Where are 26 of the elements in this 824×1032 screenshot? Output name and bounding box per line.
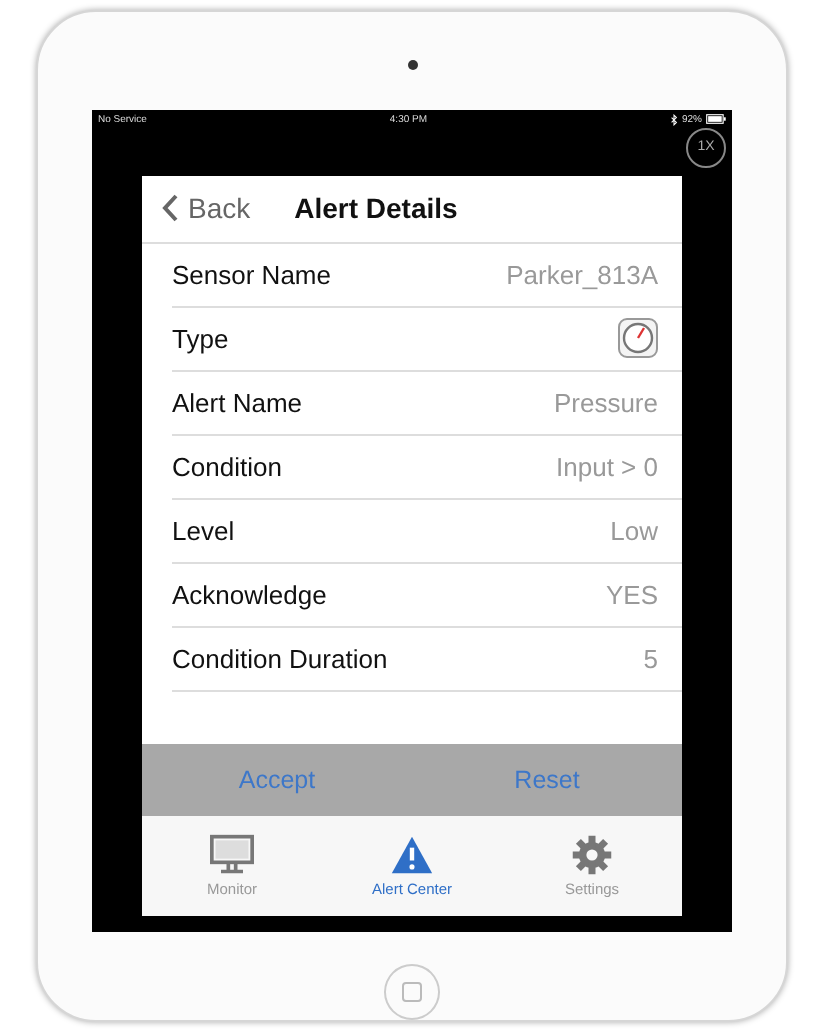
field-label: Condition [172, 451, 282, 482]
monitor-icon [210, 834, 254, 877]
field-label: Acknowledge [172, 579, 327, 610]
camera-icon [407, 60, 417, 70]
field-value: YES [605, 579, 658, 610]
field-value: Parker_813A [506, 259, 658, 290]
field-label: Type [172, 323, 229, 354]
field-value: 5 [643, 643, 658, 674]
settings-icon [570, 834, 614, 877]
home-button[interactable] [384, 964, 440, 1020]
field-label: Sensor Name [172, 259, 331, 290]
action-button[interactable]: Reset [412, 744, 682, 817]
chevron-left-icon [162, 194, 178, 223]
field-value: Pressure [553, 387, 658, 418]
page-title: Alert Details [294, 192, 458, 225]
gauge-icon [618, 318, 658, 359]
warning-icon [390, 834, 434, 877]
action-button[interactable]: Accept [142, 744, 412, 817]
back-button[interactable]: Back [162, 192, 251, 225]
bluetooth-icon [669, 113, 678, 126]
field-label: Level [172, 515, 235, 546]
field-value: Low [610, 515, 658, 546]
battery-icon [706, 114, 726, 125]
field-value: Input > 0 [556, 451, 658, 482]
field-label: Condition Duration [172, 643, 388, 674]
field-label: Alert Name [172, 387, 303, 418]
